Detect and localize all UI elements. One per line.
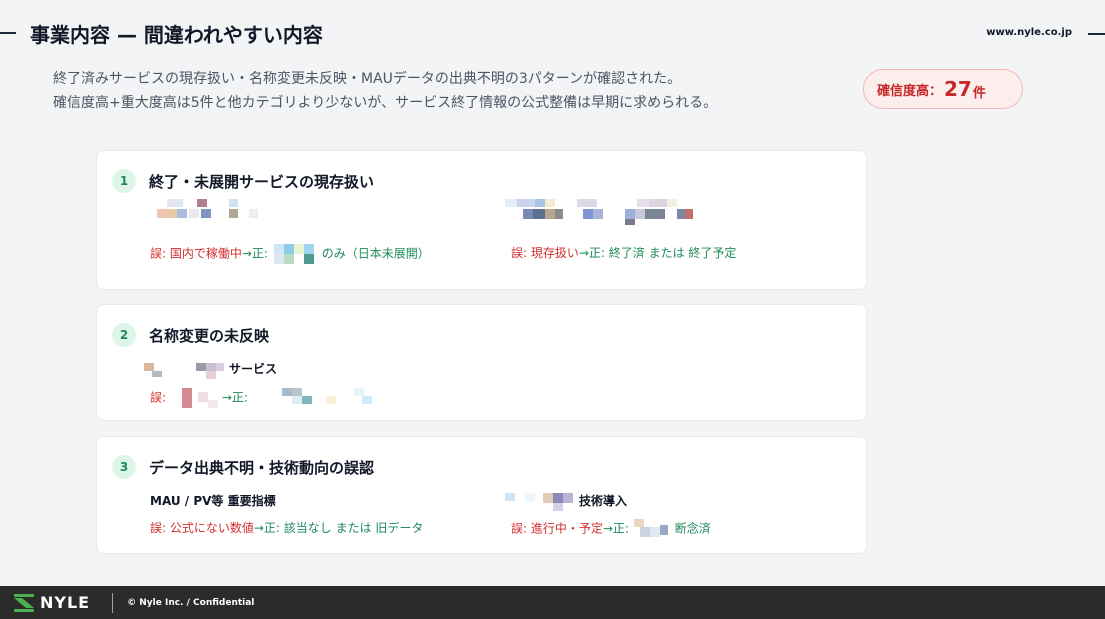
- correct-label: 正:: [612, 521, 633, 536]
- wrong-label: 誤:: [150, 390, 170, 405]
- correction-line: 誤: 進行中・予定→正: 断念済: [511, 519, 711, 539]
- wrong-label: 誤: 現存扱い: [511, 246, 579, 260]
- card-number-badge: 3: [112, 455, 136, 479]
- redacted-service-name: [157, 199, 267, 221]
- pattern-card-2: 2 名称変更の未反映 サービス 誤: →正:: [96, 304, 867, 421]
- arrow: →: [602, 521, 613, 536]
- footer: NYLE © Nyle Inc. / Confidential: [0, 586, 1105, 619]
- card-header: 3 データ出典不明・技術動向の誤認: [112, 455, 374, 479]
- card-title: 終了・未展開サービスの現存扱い: [149, 172, 375, 191]
- title-rule-left: [0, 32, 16, 34]
- redacted-company-name: [505, 493, 577, 513]
- redacted-service-name: [505, 199, 705, 225]
- badge-unit: 件: [972, 85, 986, 101]
- confidence-badge: 確信度高： 27 件: [863, 69, 1023, 109]
- page-title: 事業内容 — 間違われやすい内容: [30, 23, 323, 47]
- redacted-old-name: [172, 388, 220, 408]
- wrong-label: 誤: 国内で稼働中: [150, 246, 242, 261]
- intro-text: 終了済みサービスの現存扱い・名称変更未反映・MAUデータの出典不明の3パターンが…: [53, 67, 717, 115]
- correct-label: 正: 該当なし または 旧データ: [263, 521, 424, 535]
- card-number-badge: 1: [112, 169, 136, 193]
- correct-label-suffix: のみ（日本未展開）: [321, 246, 430, 261]
- redacted-tech-name: [633, 519, 674, 539]
- card-title: データ出典不明・技術動向の誤認: [149, 458, 375, 477]
- correction-line: 誤: →正:: [150, 388, 392, 408]
- slide: 事業内容 — 間違われやすい内容 www.nyle.co.jp 終了済みサービス…: [0, 0, 1105, 619]
- arrow: →: [253, 521, 264, 535]
- card-header: 2 名称変更の未反映: [112, 323, 269, 347]
- correct-label: 正:: [251, 246, 272, 261]
- pattern-card-3: 3 データ出典不明・技術動向の誤認 MAU / PV等 重要指標 誤: 公式にな…: [96, 436, 867, 554]
- wrong-label: 誤: 進行中・予定: [511, 521, 603, 536]
- redacted-service-name: [144, 363, 228, 379]
- logo-wordmark: NYLE: [40, 593, 91, 612]
- copyright: © Nyle Inc. / Confidential: [127, 597, 255, 608]
- item-name: サービス: [229, 362, 278, 376]
- wrong-label: 誤: 公式にない数値: [150, 521, 254, 535]
- item-name: 技術導入: [579, 494, 628, 508]
- correction-line: 誤: 国内で稼働中→正: のみ（日本未展開）: [150, 244, 430, 264]
- intro-line-1: 終了済みサービスの現存扱い・名称変更未反映・MAUデータの出典不明の3パターンが…: [53, 71, 682, 87]
- correction-line: 誤: 現存扱い→正: 終了済 または 終了予定: [511, 244, 736, 261]
- arrow: →: [241, 246, 252, 261]
- site-url: www.nyle.co.jp: [986, 27, 1072, 38]
- correct-label: 正: 終了済 または 終了予定: [588, 246, 737, 260]
- intro-line-2: 確信度高+重大度高は5件と他カテゴリより少ないが、サービス終了情報の公式整備は早…: [53, 95, 718, 111]
- nyle-logo-icon: [14, 593, 34, 612]
- correction-line: 誤: 公式にない数値→正: 該当なし または 旧データ: [150, 519, 423, 536]
- card-header: 1 終了・未展開サービスの現存扱い: [112, 169, 374, 193]
- title-rule-right: [1088, 33, 1105, 35]
- footer-divider: [112, 592, 114, 613]
- item-name: MAU / PV等 重要指標: [150, 494, 276, 508]
- redacted-new-name: [281, 388, 392, 408]
- arrow: →: [221, 390, 232, 405]
- pattern-card-1: 1 終了・未展開サービスの現存扱い 誤: 国内で稼働中→正: のみ（日本未展開）…: [96, 150, 867, 290]
- card-number-badge: 2: [112, 323, 136, 347]
- redacted-region-name: [273, 244, 320, 264]
- arrow: →: [578, 246, 589, 260]
- badge-count: 27: [944, 77, 972, 101]
- card-title: 名称変更の未反映: [149, 326, 270, 345]
- badge-label: 確信度高：: [877, 83, 943, 99]
- correct-label-suffix: 断念済: [674, 521, 711, 536]
- correct-label: 正:: [231, 390, 252, 405]
